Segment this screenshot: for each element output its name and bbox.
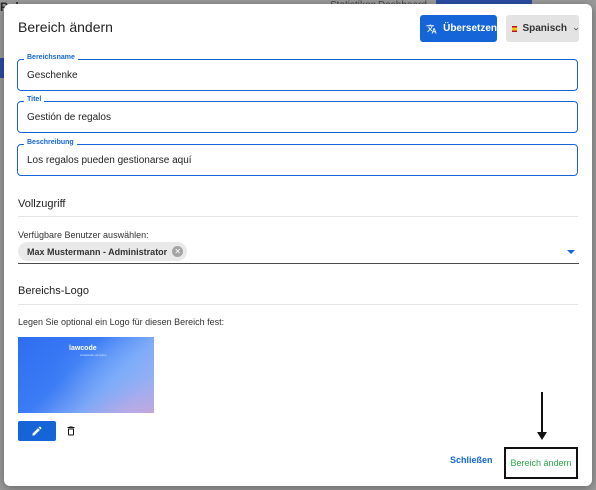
users-select[interactable]: Max Mustermann - Administrator ✕ — [18, 242, 579, 264]
users-select-label: Verfügbare Benutzer auswählen: — [18, 230, 149, 240]
edit-logo-button[interactable] — [18, 421, 56, 441]
spain-flag-icon — [512, 25, 518, 32]
language-select-value: Spanisch — [522, 23, 567, 34]
edit-area-dialog: Bereich ändern Übersetzen Spanisch Berei… — [4, 4, 592, 486]
annotation-arrow-head — [537, 432, 547, 440]
title-field[interactable]: Titel Gestión de regalos — [17, 96, 578, 133]
area-name-field[interactable]: Bereichsname Geschenke — [17, 54, 578, 91]
close-circle-icon[interactable]: ✕ — [172, 246, 184, 257]
description-value: Los regalos pueden gestionarse aquí — [27, 155, 192, 166]
logo-hint: Legen Sie optional ein Logo für diesen B… — [18, 317, 225, 327]
translate-button-label: Übersetzen — [443, 23, 497, 34]
divider — [18, 216, 578, 217]
divider — [18, 304, 578, 305]
trash-icon — [67, 426, 75, 436]
annotation-arrow — [541, 392, 543, 433]
submit-edit-area-button[interactable]: Bereich ändern — [504, 447, 578, 479]
user-chip: Max Mustermann - Administrator ✕ — [18, 242, 188, 261]
delete-logo-button[interactable] — [64, 423, 78, 439]
user-chip-label: Max Mustermann - Administrator — [27, 246, 168, 257]
logo-preview-image: lawcode a lawcode company — [18, 337, 154, 413]
logo-brand-text: lawcode — [69, 345, 97, 352]
full-access-heading: Vollzugriff — [18, 198, 66, 210]
description-field[interactable]: Beschreibung Los regalos pueden gestiona… — [17, 139, 578, 176]
area-name-label: Bereichsname — [24, 54, 78, 61]
description-label: Beschreibung — [24, 139, 77, 146]
language-select[interactable]: Spanisch — [506, 15, 579, 42]
dropdown-caret-icon[interactable] — [567, 250, 575, 254]
logo-brand-subtext: a lawcode company — [80, 353, 107, 357]
translate-button[interactable]: Übersetzen — [420, 15, 497, 42]
title-value: Gestión de regalos — [27, 112, 111, 123]
chevron-down-icon — [573, 27, 579, 30]
pencil-icon — [32, 426, 42, 436]
close-button[interactable]: Schließen — [450, 455, 493, 465]
logo-heading: Bereichs-Logo — [18, 285, 89, 297]
dialog-title: Bereich ändern — [18, 19, 113, 35]
area-name-value: Geschenke — [27, 70, 78, 81]
translate-icon — [426, 23, 437, 34]
title-label: Titel — [24, 96, 45, 103]
submit-button-label: Bereich ändern — [510, 458, 572, 468]
